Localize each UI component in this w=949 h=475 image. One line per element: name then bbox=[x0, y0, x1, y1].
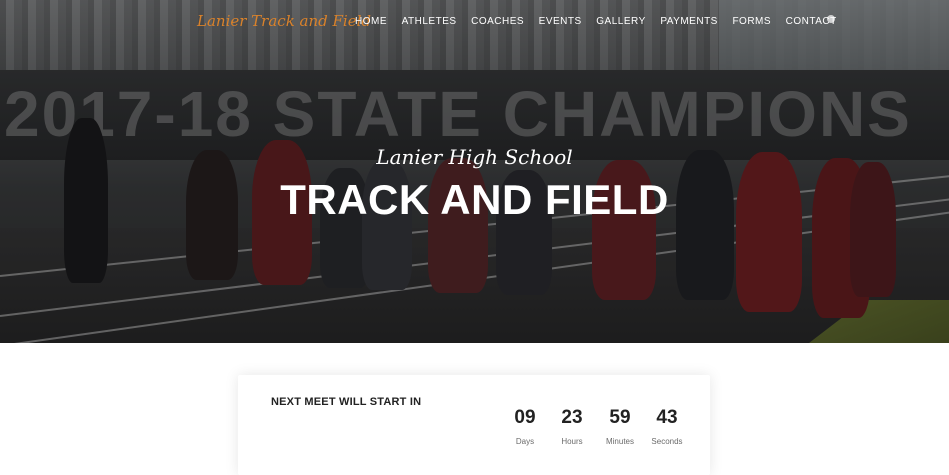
countdown-days-label: Days bbox=[515, 437, 535, 446]
countdown-hours: 23 Hours bbox=[548, 407, 596, 446]
nav-item-payments[interactable]: PAYMENTS bbox=[660, 16, 718, 27]
nav-item-coaches[interactable]: COACHES bbox=[471, 16, 524, 27]
countdown-seconds-label: Seconds bbox=[651, 437, 683, 446]
countdown-seconds: 43 Seconds bbox=[643, 407, 691, 446]
countdown-days: 09 Days bbox=[501, 407, 549, 446]
hero-subtitle: Lanier High School bbox=[376, 145, 573, 169]
countdown-label: NEXT MEET WILL START IN bbox=[271, 396, 422, 408]
countdown-seconds-value: 43 bbox=[656, 407, 678, 428]
hero-section: 2017-18 STATE CHAMPIONS Lanier Track and… bbox=[0, 0, 949, 343]
countdown-days-value: 09 bbox=[514, 407, 536, 428]
top-navbar: Lanier Track and Field HOME ATHLETES COA… bbox=[0, 0, 949, 46]
nav-item-forms[interactable]: FORMS bbox=[732, 16, 771, 27]
main-menu: HOME ATHLETES COACHES EVENTS GALLERY PAY… bbox=[355, 16, 851, 27]
nav-item-athletes[interactable]: ATHLETES bbox=[402, 16, 457, 27]
countdown-hours-value: 23 bbox=[561, 407, 583, 428]
nav-item-gallery[interactable]: GALLERY bbox=[596, 16, 645, 27]
countdown-hours-label: Hours bbox=[561, 437, 583, 446]
countdown-minutes: 59 Minutes bbox=[596, 407, 644, 446]
hero-title: TRACK AND FIELD bbox=[280, 176, 669, 223]
hero-dark-overlay bbox=[0, 0, 949, 343]
menu-dot-icon[interactable] bbox=[827, 15, 835, 23]
countdown-minutes-label: Minutes bbox=[605, 437, 634, 446]
countdown-minutes-value: 59 bbox=[609, 407, 631, 428]
nav-item-events[interactable]: EVENTS bbox=[539, 16, 582, 27]
countdown-card: NEXT MEET WILL START IN 09 Days 23 Hours… bbox=[238, 375, 710, 475]
site-logo[interactable]: Lanier Track and Field bbox=[197, 12, 371, 30]
nav-item-home[interactable]: HOME bbox=[355, 16, 387, 27]
